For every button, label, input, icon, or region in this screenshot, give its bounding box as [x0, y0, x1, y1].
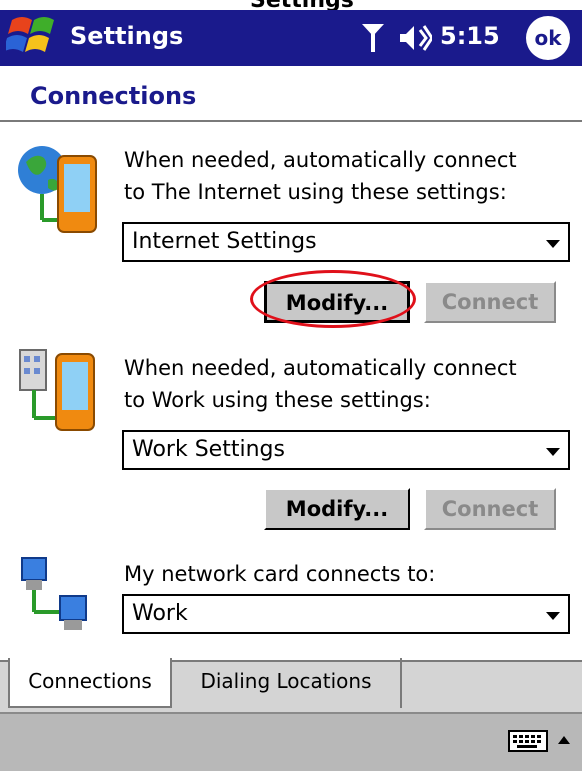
chevron-down-icon	[546, 612, 560, 620]
signal-icon[interactable]	[360, 20, 386, 54]
work-device-icon	[19, 349, 95, 431]
title-bar: Settings 5:15 ok	[0, 10, 582, 66]
internet-settings-dropdown[interactable]: Internet Settings	[122, 222, 570, 262]
network-card-dropdown[interactable]: Work	[122, 594, 570, 634]
keyboard-icon[interactable]	[508, 730, 548, 752]
work-description-line1: When needed, automatically connect	[124, 356, 517, 380]
tab-connections[interactable]: Connections	[8, 658, 172, 708]
dropdown-value: Work Settings	[132, 437, 285, 462]
sip-arrow-icon[interactable]	[554, 732, 574, 748]
internet-device-icon	[18, 146, 97, 233]
chevron-down-icon	[546, 448, 560, 456]
divider	[0, 120, 582, 122]
windows-start-icon[interactable]	[6, 12, 60, 62]
internet-description-line1: When needed, automatically connect	[124, 148, 517, 172]
clock[interactable]: 5:15	[440, 22, 500, 50]
work-description-line2: to Work using these settings:	[124, 388, 431, 412]
dropdown-value: Internet Settings	[132, 229, 317, 254]
work-connect-button[interactable]: Connect	[424, 488, 556, 530]
work-settings-dropdown[interactable]: Work Settings	[122, 430, 570, 470]
menu-bar	[0, 712, 582, 771]
app-title: Settings	[70, 22, 184, 50]
network-card-icon	[21, 557, 87, 630]
tab-dialing-locations[interactable]: Dialing Locations	[172, 658, 402, 708]
dropdown-value: Work	[132, 601, 188, 626]
ok-button[interactable]: ok	[526, 16, 570, 60]
internet-description-line2: to The Internet using these settings:	[124, 180, 507, 204]
page-title: Connections	[30, 82, 197, 110]
chevron-down-icon	[546, 240, 560, 248]
highlight-ring	[250, 270, 416, 328]
internet-connect-button[interactable]: Connect	[424, 281, 556, 323]
volume-icon[interactable]	[398, 24, 432, 52]
network-card-description: My network card connects to:	[124, 562, 436, 586]
work-modify-button[interactable]: Modify...	[264, 488, 410, 530]
